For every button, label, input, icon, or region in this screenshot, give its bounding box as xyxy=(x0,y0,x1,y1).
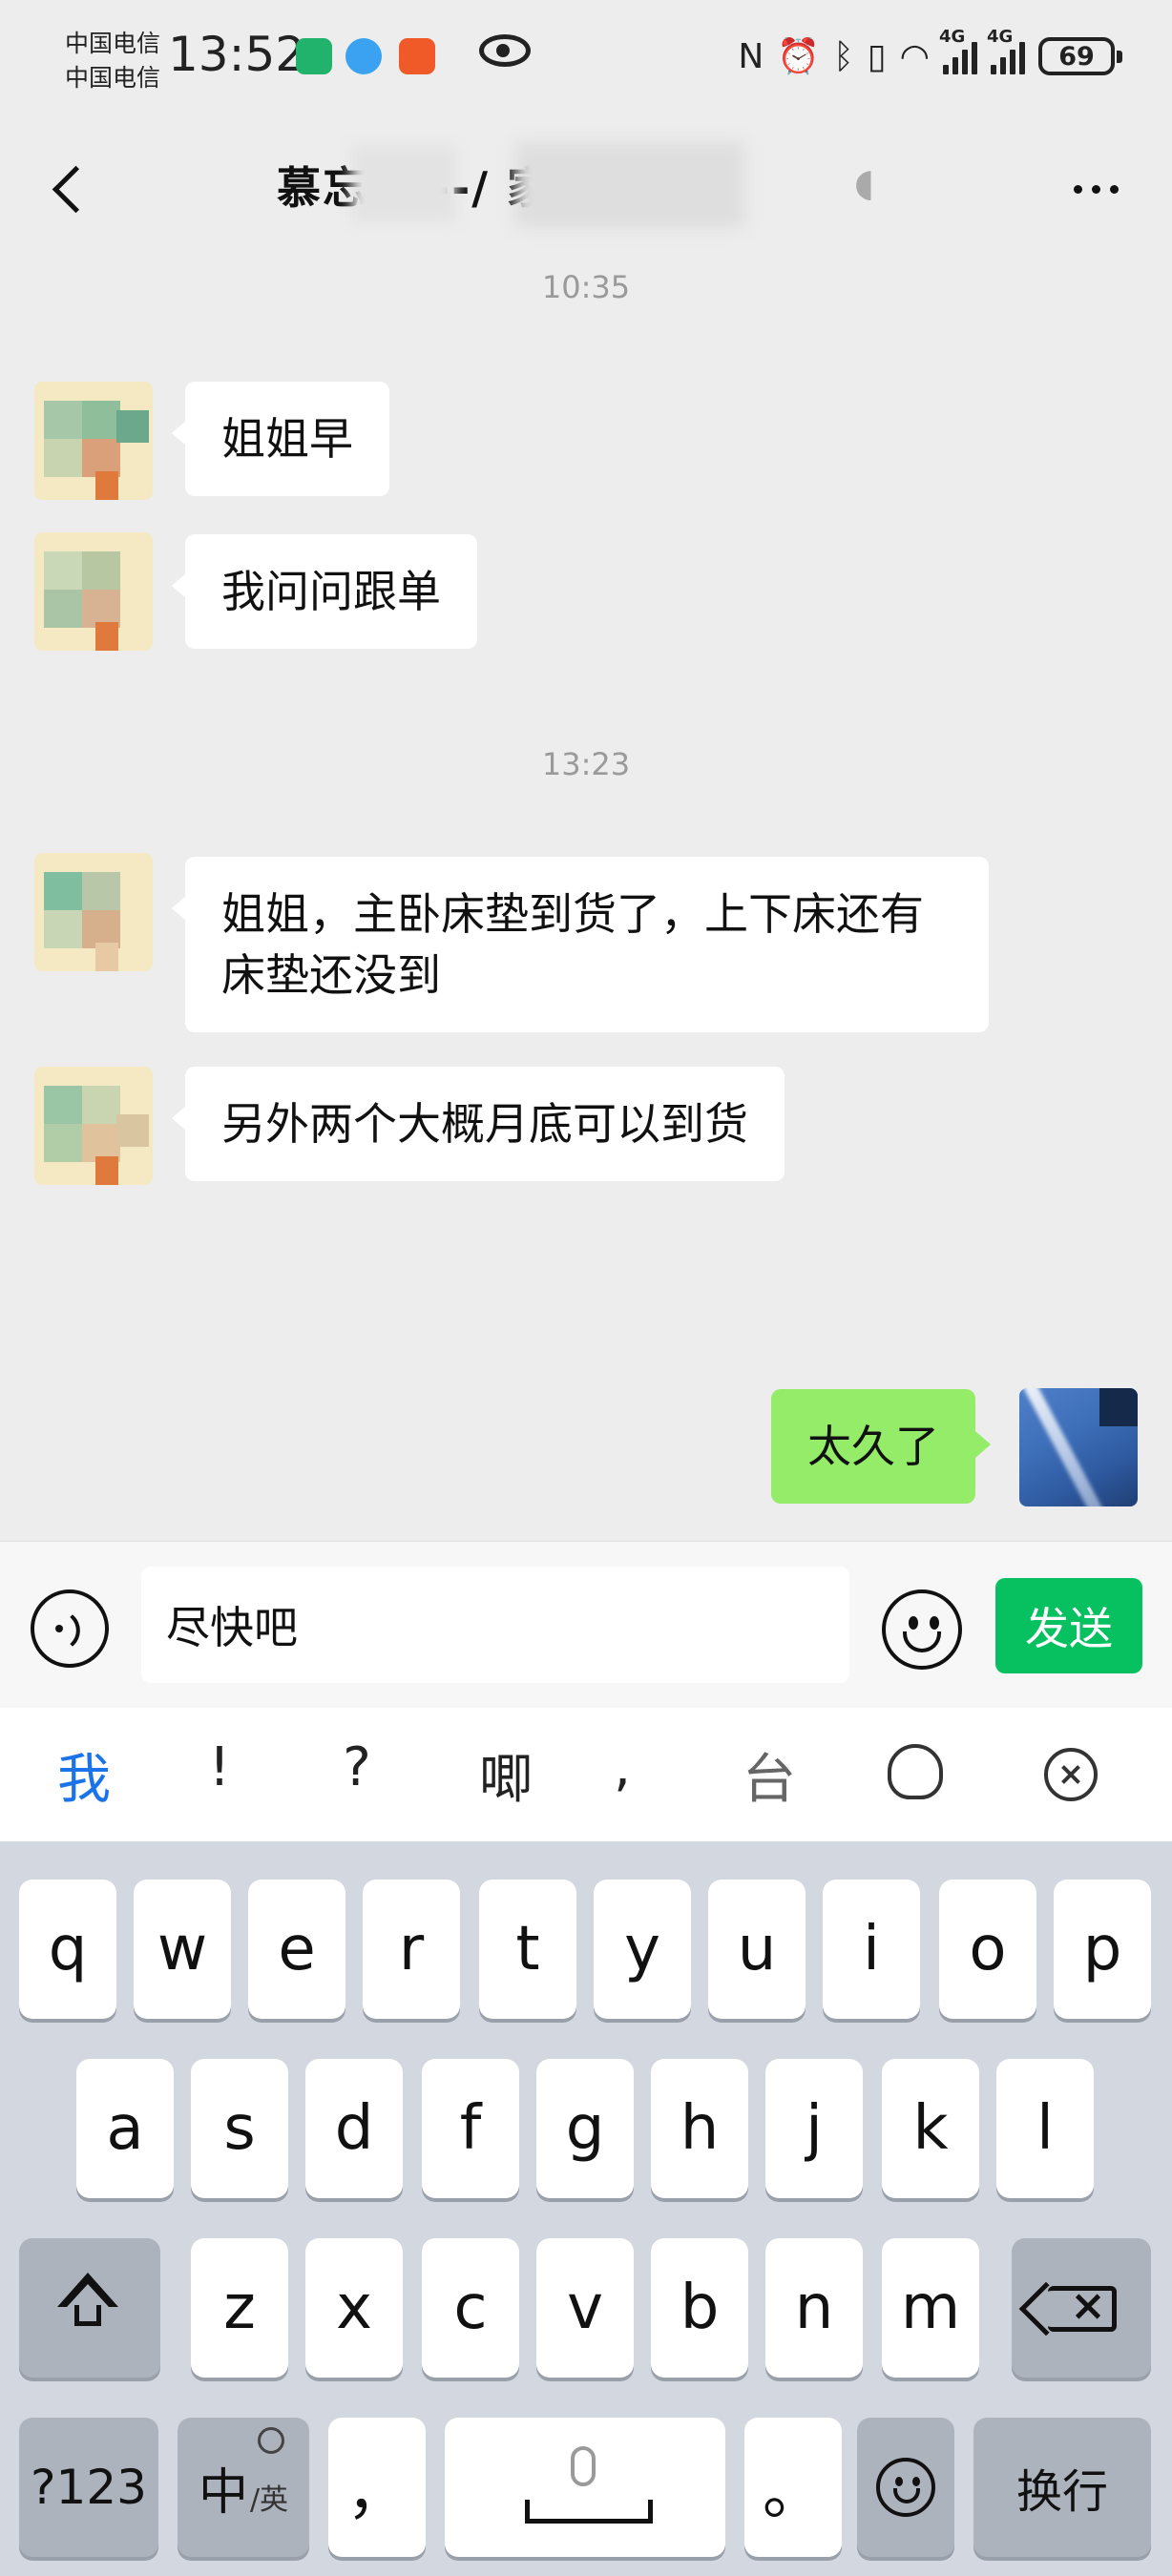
key-l[interactable]: l xyxy=(996,2059,1094,2198)
emoji-button[interactable] xyxy=(882,1589,962,1670)
space-key[interactable] xyxy=(445,2418,725,2557)
backspace-key[interactable] xyxy=(1012,2238,1151,2378)
key-r[interactable]: r xyxy=(363,1880,460,2019)
shift-key[interactable] xyxy=(19,2238,160,2378)
language-key[interactable]: 中/英 xyxy=(178,2418,309,2557)
close-icon[interactable] xyxy=(1044,1748,1098,1801)
title-redaction xyxy=(351,146,456,222)
keyboard: q w e r t y u i o p a s d f g h j k l z … xyxy=(0,1841,1172,2576)
candidate-item[interactable]: 唧 xyxy=(468,1736,544,1814)
key-i[interactable]: i xyxy=(823,1880,920,2019)
message-bubble-incoming[interactable]: 姐姐早 xyxy=(172,382,389,496)
contact-avatar[interactable] xyxy=(34,1067,153,1185)
hourglass-icon xyxy=(296,38,332,74)
key-f[interactable]: f xyxy=(422,2059,519,2198)
key-w[interactable]: w xyxy=(134,1880,231,2019)
symbols-key[interactable]: ?123 xyxy=(19,2418,158,2557)
app-icon xyxy=(399,38,435,74)
key-n[interactable]: n xyxy=(765,2238,863,2378)
my-avatar[interactable] xyxy=(1019,1388,1138,1506)
candidate-bar: 我 ! ? 唧 , 台 xyxy=(0,1708,1172,1841)
nfc-icon: Ν xyxy=(738,36,764,76)
key-c[interactable]: c xyxy=(422,2238,519,2378)
ear-icon: ◖ xyxy=(854,161,875,205)
key-u[interactable]: u xyxy=(708,1880,806,2019)
input-bar: 发送 xyxy=(0,1541,1172,1708)
signal-icon-1: 4G xyxy=(939,27,977,74)
period-key[interactable]: 。 xyxy=(744,2418,842,2557)
message-bubble-outgoing[interactable]: 太久了 xyxy=(771,1389,991,1504)
candidate-item[interactable]: 我 xyxy=(46,1736,122,1814)
status-bar: 中国电信 中国电信 13:52 Ν ⏰ ᛒ ▯ ◠ 4G 4G 69 xyxy=(0,0,1172,119)
handwriting-icon[interactable] xyxy=(888,1744,943,1799)
enter-key[interactable]: 换行 xyxy=(973,2418,1151,2557)
battery-icon: 69 xyxy=(1038,37,1122,75)
more-icon xyxy=(1073,184,1082,194)
key-a[interactable]: a xyxy=(76,2059,174,2198)
emoji-key[interactable] xyxy=(857,2418,954,2557)
carrier-2: 中国电信 xyxy=(65,64,161,92)
comma-key[interactable]: ， xyxy=(328,2418,426,2557)
voice-button[interactable] xyxy=(31,1589,109,1668)
vibrate-icon: ▯ xyxy=(867,36,887,76)
key-y[interactable]: y xyxy=(594,1880,691,2019)
key-j[interactable]: j xyxy=(765,2059,863,2198)
bluetooth-icon: ᛒ xyxy=(833,36,854,76)
battery-level: 69 xyxy=(1058,41,1095,72)
back-button[interactable] xyxy=(42,157,99,224)
send-button[interactable]: 发送 xyxy=(995,1578,1142,1673)
timestamp: 13:23 xyxy=(541,746,631,782)
message-bubble-incoming[interactable]: 我问问跟单 xyxy=(172,534,477,649)
candidate-item[interactable]: , xyxy=(584,1736,660,1798)
message-bubble-incoming[interactable]: 姐姐，主卧床垫到货了，上下床还有床垫还没到 xyxy=(172,857,989,1032)
key-d[interactable]: d xyxy=(305,2059,403,2198)
wifi-icon: ◠ xyxy=(899,36,930,76)
emoji-face-icon xyxy=(876,2458,935,2517)
key-t[interactable]: t xyxy=(479,1880,576,2019)
key-x[interactable]: x xyxy=(305,2238,403,2378)
candidate-item[interactable]: ? xyxy=(319,1736,395,1798)
status-time: 13:52 xyxy=(168,27,306,82)
browser-icon xyxy=(345,38,382,74)
chat-header: 慕忘 婷--/ 家 溪 ◖ xyxy=(0,119,1172,258)
message-input[interactable] xyxy=(141,1567,849,1683)
alarm-icon: ⏰ xyxy=(777,37,821,76)
key-b[interactable]: b xyxy=(651,2238,748,2378)
key-v[interactable]: v xyxy=(536,2238,634,2378)
message-bubble-incoming[interactable]: 另外两个大概月底可以到货 xyxy=(172,1067,785,1181)
key-s[interactable]: s xyxy=(191,2059,288,2198)
key-q[interactable]: q xyxy=(19,1880,116,2019)
globe-icon xyxy=(258,2427,284,2454)
contact-avatar[interactable] xyxy=(34,853,153,971)
signal-icon-2: 4G xyxy=(987,27,1025,74)
contact-avatar[interactable] xyxy=(34,382,153,500)
contact-avatar[interactable] xyxy=(34,532,153,651)
key-m[interactable]: m xyxy=(882,2238,979,2378)
language-sub-label: /英 xyxy=(249,2483,289,2517)
key-p[interactable]: p xyxy=(1054,1880,1151,2019)
key-e[interactable]: e xyxy=(248,1880,345,2019)
title-redaction xyxy=(515,142,744,228)
key-g[interactable]: g xyxy=(536,2059,634,2198)
key-o[interactable]: o xyxy=(939,1880,1036,2019)
keyboard-switch-icon[interactable]: 台 xyxy=(731,1736,807,1814)
key-h[interactable]: h xyxy=(651,2059,748,2198)
carrier-1: 中国电信 xyxy=(65,30,161,57)
language-label: 中 xyxy=(198,2463,248,2522)
emoji-icon xyxy=(909,1616,918,1630)
key-z[interactable]: z xyxy=(191,2238,288,2378)
timestamp: 10:35 xyxy=(541,269,631,305)
more-button[interactable] xyxy=(1057,165,1134,213)
eye-icon xyxy=(479,34,531,67)
candidate-item[interactable]: ! xyxy=(181,1736,258,1798)
microphone-icon xyxy=(571,2446,596,2486)
key-k[interactable]: k xyxy=(882,2059,979,2198)
